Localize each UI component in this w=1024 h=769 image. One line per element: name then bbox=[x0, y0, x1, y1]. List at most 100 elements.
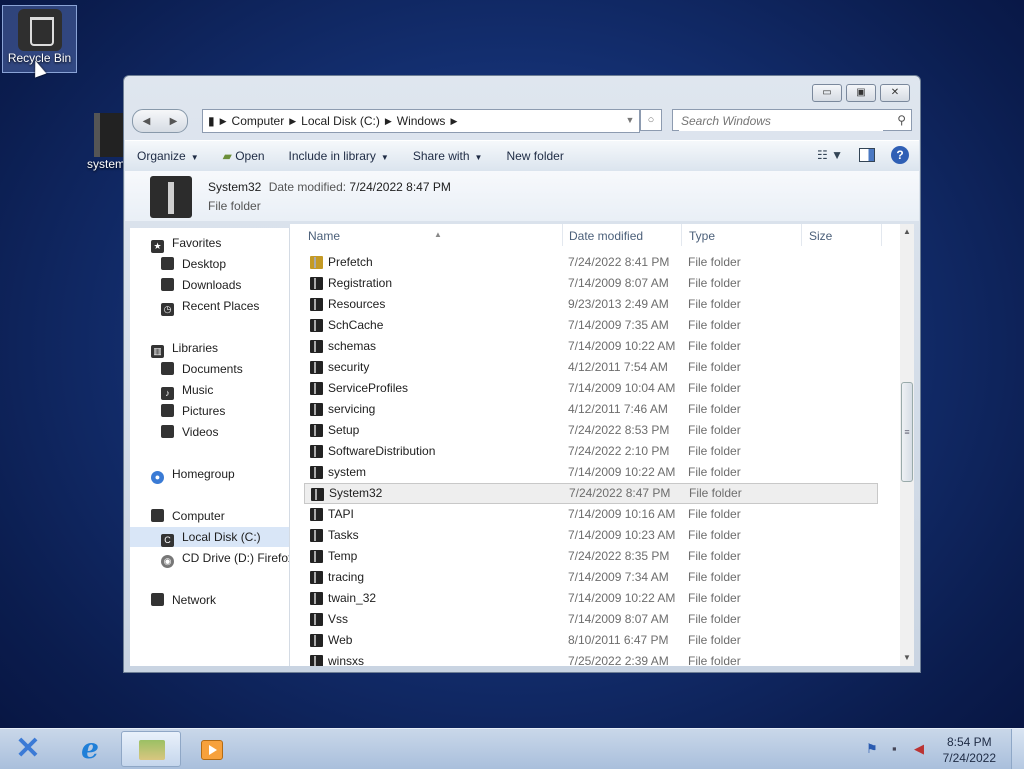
open-button[interactable]: ▰ Open bbox=[211, 149, 277, 163]
cd-drive-icon: ◉ bbox=[161, 555, 174, 568]
breadcrumb-separator-icon[interactable]: ▶ bbox=[450, 116, 457, 127]
nav-local-disk[interactable]: C Local Disk (C:) bbox=[130, 527, 289, 547]
scroll-down-icon[interactable]: ▼ bbox=[900, 650, 914, 666]
network-status-icon[interactable]: ▪ bbox=[892, 741, 897, 756]
breadcrumb-computer[interactable]: Computer bbox=[227, 114, 290, 128]
folder-location-icon: ▮ bbox=[208, 114, 215, 128]
nav-desktop[interactable]: Desktop bbox=[130, 254, 289, 274]
file-row[interactable]: TAPI 7/14/2009 10:16 AM File folder bbox=[304, 504, 878, 525]
file-row[interactable]: Tasks 7/14/2009 10:23 AM File folder bbox=[304, 525, 878, 546]
include-in-library-button[interactable]: Include in library ▼ bbox=[277, 149, 401, 163]
file-row[interactable]: Web 8/10/2011 6:47 PM File folder bbox=[304, 630, 878, 651]
file-row[interactable]: Resources 9/23/2013 2:49 AM File folder bbox=[304, 294, 878, 315]
file-row[interactable]: Setup 7/24/2022 8:53 PM File folder bbox=[304, 420, 878, 441]
file-row[interactable]: SoftwareDistribution 7/24/2022 2:10 PM Fil… bbox=[304, 441, 878, 462]
folder-icon bbox=[310, 529, 323, 542]
refresh-button[interactable]: ○ bbox=[640, 109, 662, 131]
file-row[interactable]: Vss 7/14/2009 8:07 AM File folder bbox=[304, 609, 878, 630]
file-row[interactable]: Temp 7/24/2022 8:35 PM File folder bbox=[304, 546, 878, 567]
file-date: 8/10/2011 6:47 PM bbox=[568, 633, 669, 647]
file-row[interactable]: ServiceProfiles 7/14/2009 10:04 AM File fo… bbox=[304, 378, 878, 399]
breadcrumb-windows[interactable]: Windows bbox=[392, 114, 451, 128]
scroll-thumb[interactable]: ≡ bbox=[901, 382, 913, 482]
breadcrumb-separator-icon[interactable]: ▶ bbox=[385, 116, 392, 127]
folder-icon bbox=[310, 571, 323, 584]
forward-arrow-icon[interactable]: ▶ bbox=[170, 116, 178, 127]
volume-muted-icon[interactable]: ◀ bbox=[914, 741, 924, 757]
close-button[interactable]: ✕ bbox=[880, 84, 910, 102]
file-name: SoftwareDistribution bbox=[328, 444, 436, 458]
file-type: File folder bbox=[688, 570, 741, 584]
column-header-size[interactable]: Size bbox=[802, 224, 882, 246]
nav-libraries[interactable]: ▥ Libraries bbox=[130, 338, 289, 358]
folder-icon bbox=[310, 403, 323, 416]
nav-network-label: Network bbox=[172, 593, 217, 607]
file-row[interactable]: SchCache 7/14/2009 7:35 AM File folder bbox=[304, 315, 878, 336]
system-desktop-icon[interactable]: system bbox=[86, 113, 126, 183]
file-row[interactable]: winsxs 7/25/2022 2:39 AM File folder bbox=[304, 651, 878, 666]
file-row[interactable]: System32 7/24/2022 8:47 PM File folder bbox=[304, 483, 878, 504]
search-icon[interactable]: ⚲ bbox=[897, 113, 906, 127]
pictures-icon bbox=[161, 404, 174, 417]
file-name: Vss bbox=[328, 612, 349, 626]
column-header-type[interactable]: Type bbox=[682, 224, 802, 246]
show-desktop-button[interactable] bbox=[1011, 729, 1024, 769]
search-input[interactable] bbox=[679, 111, 883, 131]
file-row[interactable]: tracing 7/14/2009 7:34 AM File folder bbox=[304, 567, 878, 588]
file-row[interactable]: schemas 7/14/2009 10:22 AM File folder bbox=[304, 336, 878, 357]
minimize-button[interactable]: ▭ bbox=[812, 84, 842, 102]
nav-desktop-label: Desktop bbox=[182, 257, 227, 271]
nav-videos[interactable]: Videos bbox=[130, 422, 289, 442]
start-button[interactable]: ✕ bbox=[6, 731, 50, 767]
internet-explorer-icon[interactable]: e bbox=[72, 731, 108, 767]
change-view-icon[interactable]: ☷ ▼ bbox=[817, 148, 843, 162]
file-row[interactable]: Registration 7/14/2009 8:07 AM File folder bbox=[304, 273, 878, 294]
clock[interactable]: 8:54 PM 7/24/2022 bbox=[943, 734, 996, 766]
breadcrumb-separator-icon[interactable]: ▶ bbox=[289, 116, 296, 127]
maximize-button[interactable]: ▣ bbox=[846, 84, 876, 102]
nav-recent-places[interactable]: ◷ Recent Places bbox=[130, 296, 289, 316]
windows-explorer-taskbar-button[interactable] bbox=[121, 731, 181, 767]
file-row[interactable]: security 4/12/2011 7:54 AM File folder bbox=[304, 357, 878, 378]
file-row[interactable]: twain_32 7/14/2009 10:22 AM File folder bbox=[304, 588, 878, 609]
include-label: Include in library bbox=[288, 149, 376, 163]
column-header-date[interactable]: Date modified bbox=[562, 224, 682, 246]
nav-network[interactable]: Network bbox=[130, 590, 289, 610]
file-row[interactable]: Prefetch 7/24/2022 8:41 PM File folder bbox=[304, 252, 878, 273]
nav-favorites[interactable]: ★ Favorites bbox=[130, 233, 289, 253]
help-icon[interactable]: ? bbox=[891, 146, 909, 164]
media-player-taskbar-button[interactable] bbox=[196, 731, 226, 767]
breadcrumb-separator-icon[interactable]: ▶ bbox=[220, 116, 227, 127]
explorer-folder-icon bbox=[139, 740, 165, 760]
file-type: File folder bbox=[688, 255, 741, 269]
column-size-label: Size bbox=[809, 229, 833, 243]
file-row[interactable]: system 7/14/2009 10:22 AM File folder bbox=[304, 462, 878, 483]
new-folder-button[interactable]: New folder bbox=[494, 149, 575, 163]
file-date: 9/23/2013 2:49 AM bbox=[568, 297, 669, 311]
nav-computer[interactable]: Computer bbox=[130, 506, 289, 526]
search-box[interactable]: ⚲ bbox=[672, 109, 912, 131]
file-name: SchCache bbox=[328, 318, 384, 332]
nav-downloads[interactable]: Downloads bbox=[130, 275, 289, 295]
preview-pane-icon[interactable] bbox=[859, 148, 875, 162]
file-list: Name ▲ Date modified Type Size Prefetch 7/… bbox=[290, 224, 900, 666]
vertical-scrollbar[interactable]: ▲ ≡ ▼ bbox=[900, 224, 914, 666]
address-bar[interactable]: ▮ ▶ Computer ▶ Local Disk (C:) ▶ Windows… bbox=[202, 109, 640, 133]
organize-button[interactable]: Organize ▼ bbox=[125, 149, 211, 163]
scroll-up-icon[interactable]: ▲ bbox=[900, 224, 914, 240]
nav-documents[interactable]: Documents bbox=[130, 359, 289, 379]
nav-music[interactable]: ♪ Music bbox=[130, 380, 289, 400]
nav-cd-drive[interactable]: ◉ CD Drive (D:) Firefox bbox=[130, 548, 289, 568]
file-name: ServiceProfiles bbox=[328, 381, 409, 395]
nav-homegroup[interactable]: ● Homegroup bbox=[130, 464, 289, 484]
share-with-button[interactable]: Share with ▼ bbox=[401, 149, 495, 163]
back-arrow-icon[interactable]: ◀ bbox=[143, 116, 151, 127]
column-header-name[interactable]: Name ▲ bbox=[301, 224, 563, 246]
breadcrumb-local-disk[interactable]: Local Disk (C:) bbox=[296, 114, 385, 128]
nav-pictures[interactable]: Pictures bbox=[130, 401, 289, 421]
file-row[interactable]: servicing 4/12/2011 7:46 AM File folder bbox=[304, 399, 878, 420]
address-dropdown-icon[interactable]: ▼ bbox=[622, 109, 638, 131]
action-center-icon[interactable]: ⚑ bbox=[866, 741, 878, 757]
videos-icon bbox=[161, 425, 174, 438]
column-name-label: Name bbox=[308, 229, 341, 243]
